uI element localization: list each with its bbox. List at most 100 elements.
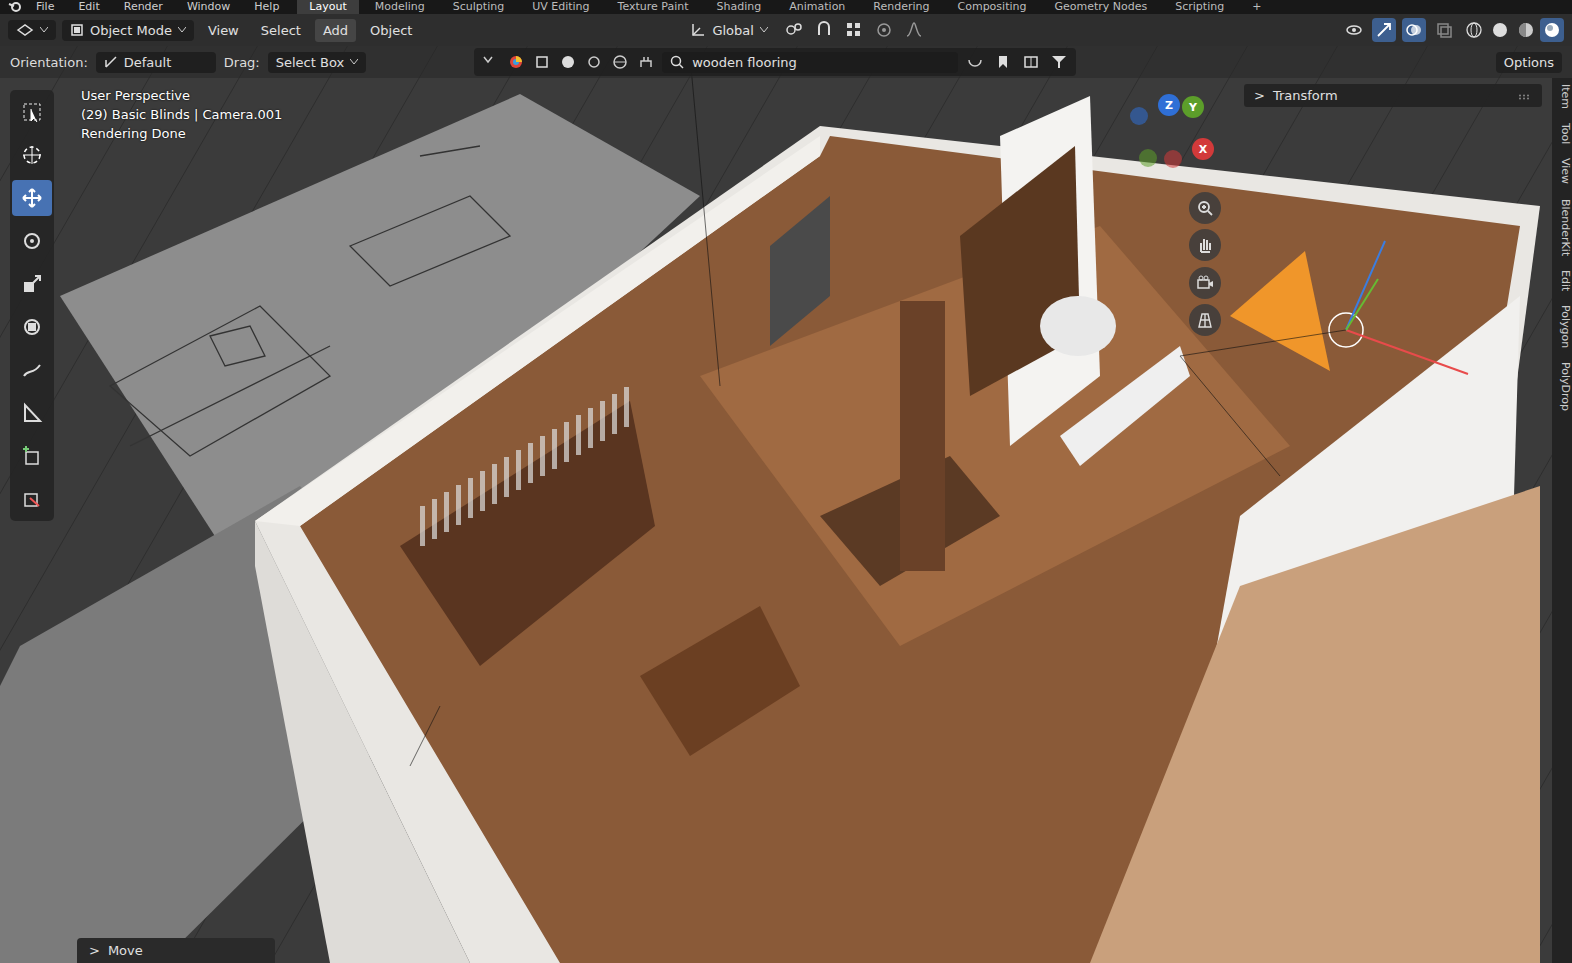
workspace-tab[interactable]: +: [1240, 0, 1273, 14]
chevron-icon: [178, 27, 186, 33]
sidebar-tab[interactable]: Item: [1552, 84, 1572, 109]
workspace-tab[interactable]: Modeling: [363, 0, 437, 14]
workspace-tab[interactable]: Geometry Nodes: [1042, 0, 1159, 14]
shading-group: [1462, 18, 1564, 42]
viewport-toggle[interactable]: [1372, 18, 1396, 42]
zoom-icon: [1196, 199, 1214, 217]
options-button[interactable]: Options: [1496, 52, 1562, 73]
operator-panel[interactable]: >Move: [77, 938, 275, 963]
workspace-tab[interactable]: Compositing: [946, 0, 1039, 14]
filter-button[interactable]: [584, 50, 604, 74]
viewport-toggle[interactable]: [1402, 18, 1426, 42]
mode-dropdown[interactable]: Object Mode: [62, 20, 194, 41]
workspace-tab[interactable]: Shading: [705, 0, 774, 14]
grip-handle: [1518, 88, 1532, 103]
drag-dropdown[interactable]: Select Box: [268, 52, 366, 73]
tool-button[interactable]: [12, 180, 52, 216]
sidebar-tab[interactable]: View: [1552, 158, 1572, 184]
header-menu[interactable]: Object: [362, 19, 420, 42]
menu-item[interactable]: Window: [177, 0, 240, 14]
mode-label: Object Mode: [90, 23, 172, 38]
axis-y-button[interactable]: Y: [1182, 96, 1204, 118]
header-button[interactable]: [812, 18, 836, 42]
workspace-tab[interactable]: Layout: [297, 0, 358, 14]
nav-button[interactable]: [1189, 267, 1221, 299]
filter-button[interactable]: [532, 50, 552, 74]
viewport-toggle[interactable]: [1342, 18, 1366, 42]
filter-icon: [1051, 54, 1067, 70]
rendered-scene[interactable]: [0, 46, 1572, 963]
perspective-grid-icon: [1196, 311, 1214, 329]
shading-button[interactable]: [1462, 18, 1486, 42]
tool-button[interactable]: [12, 352, 52, 388]
transform-orientation-dropdown[interactable]: Global: [682, 19, 775, 41]
editor-type-button[interactable]: [8, 20, 56, 40]
shading-button[interactable]: [1488, 18, 1512, 42]
negative-axis-dot: [1164, 150, 1182, 168]
tool-button[interactable]: [12, 223, 52, 259]
axis-x-button[interactable]: X: [1192, 138, 1214, 160]
header-menu[interactable]: View: [200, 19, 247, 42]
viewport-toggle[interactable]: [1432, 18, 1456, 42]
filter-button[interactable]: [964, 50, 986, 74]
info-line: User Perspective: [81, 88, 282, 103]
snap-icon: [815, 21, 833, 39]
sidebar-tab[interactable]: Edit: [1552, 270, 1572, 291]
tool-button[interactable]: [12, 94, 52, 130]
pan-hand-icon: [1196, 236, 1214, 254]
sidebar-tab[interactable]: Tool: [1552, 123, 1572, 144]
header-button[interactable]: [842, 18, 866, 42]
workspace-tab[interactable]: UV Editing: [520, 0, 601, 14]
tool-button[interactable]: [12, 266, 52, 302]
workspace-tab[interactable]: Texture Paint: [606, 0, 701, 14]
tool-button[interactable]: [12, 309, 52, 345]
transform-panel-header[interactable]: >Transform: [1244, 84, 1542, 107]
menu-item[interactable]: Edit: [68, 0, 109, 14]
header-button[interactable]: [902, 18, 926, 42]
filter-button[interactable]: [1048, 50, 1070, 74]
axis-label: Z: [1165, 99, 1173, 112]
header-menu[interactable]: Select: [253, 19, 309, 42]
model-icon: [534, 54, 550, 70]
filter-button[interactable]: [480, 50, 500, 74]
workspace-tab[interactable]: Scripting: [1163, 0, 1236, 14]
menu-item[interactable]: File: [26, 0, 64, 14]
header-button[interactable]: [782, 18, 806, 42]
shading-button[interactable]: [1514, 18, 1538, 42]
workspace-tab[interactable]: Sculpting: [441, 0, 516, 14]
search-field[interactable]: wooden flooring: [662, 52, 958, 73]
orientation-dropdown[interactable]: Default: [96, 52, 216, 73]
chevron-icon: [760, 27, 768, 33]
filter-button[interactable]: [506, 50, 526, 74]
workspace-tab[interactable]: Animation: [777, 0, 857, 14]
filter-button[interactable]: [558, 50, 578, 74]
filter-button[interactable]: [1020, 50, 1042, 74]
header-menu[interactable]: Add: [315, 19, 356, 42]
menu-item[interactable]: Help: [244, 0, 289, 14]
filter-button[interactable]: [636, 50, 656, 74]
filter-button[interactable]: [992, 50, 1014, 74]
axis-z-button[interactable]: Z: [1158, 94, 1180, 116]
info-line: Rendering Done: [81, 126, 282, 141]
nav-button[interactable]: [1189, 192, 1221, 224]
tool-button[interactable]: [12, 137, 52, 173]
shading-button[interactable]: [1540, 18, 1564, 42]
object-mode-icon: [70, 23, 84, 37]
tool-button[interactable]: [12, 395, 52, 431]
nav-button[interactable]: [1189, 304, 1221, 336]
grip-icon: [1518, 94, 1532, 100]
workspace-tab[interactable]: Rendering: [861, 0, 941, 14]
gizmos-icon: [1375, 21, 1393, 39]
header-button[interactable]: [872, 18, 896, 42]
tool-button[interactable]: [12, 481, 52, 517]
tool-button[interactable]: [12, 438, 52, 474]
sidebar-tab[interactable]: PolyDrop: [1552, 362, 1572, 411]
3d-viewport[interactable]: Orientation:DefaultDrag:Select Boxwooden…: [0, 46, 1572, 963]
tool-settings-bar: Orientation:DefaultDrag:Select Boxwooden…: [0, 46, 1572, 78]
menu-item[interactable]: Render: [114, 0, 173, 14]
sidebar-tab[interactable]: Polygon: [1552, 305, 1572, 348]
sidebar-tab[interactable]: BlenderKit: [1552, 199, 1572, 256]
nav-button[interactable]: [1189, 229, 1221, 261]
filter-button[interactable]: [610, 50, 630, 74]
asset-filter-bar: wooden flooring: [474, 48, 1076, 76]
